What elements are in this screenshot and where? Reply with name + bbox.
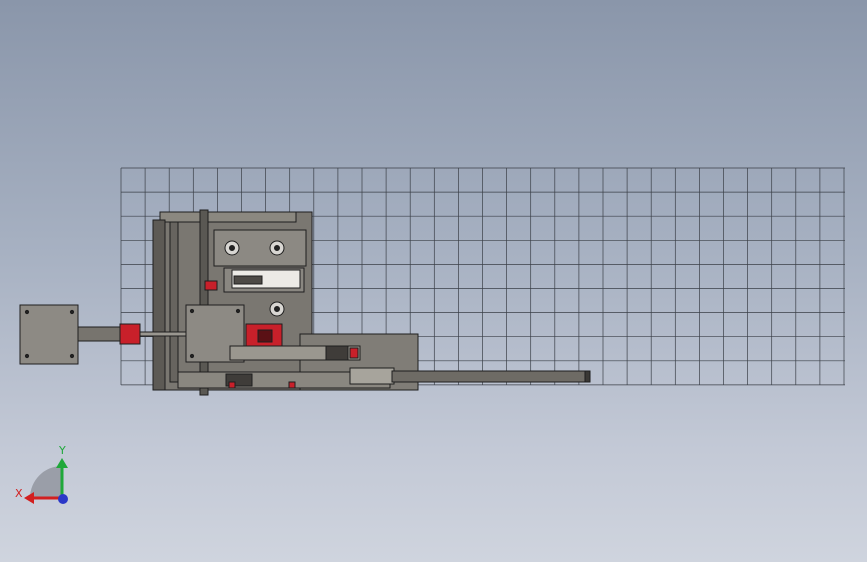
slot-cylinder xyxy=(233,275,263,285)
end-plate-hole-4 xyxy=(69,353,75,359)
slide-actuator xyxy=(325,345,349,361)
triad-plane xyxy=(30,466,62,498)
extension-cylinder[interactable] xyxy=(77,326,123,342)
end-plate-hole-2 xyxy=(69,309,75,315)
extension-collar xyxy=(119,323,141,345)
frame-top-plate xyxy=(159,211,297,223)
assembly-model[interactable] xyxy=(19,209,591,396)
cad-viewport[interactable]: Y X xyxy=(0,0,867,562)
triad-z-origin-icon xyxy=(58,494,68,504)
coordinate-triad: Y X xyxy=(15,444,68,504)
lower-red-pin-2 xyxy=(288,381,296,389)
triad-x-arrow-icon xyxy=(24,492,34,504)
triad-y-arrow-icon xyxy=(56,458,68,468)
triad-y-label: Y xyxy=(58,444,66,457)
extension-rod xyxy=(139,331,187,337)
end-plate-hole-1 xyxy=(24,309,30,315)
slide-red-stop xyxy=(349,347,359,359)
triad-x-label: X xyxy=(15,487,23,500)
frame-vertical-shaft xyxy=(199,209,209,396)
motor-port-bottom-core xyxy=(274,306,280,312)
long-arm-tip xyxy=(584,370,591,383)
frame-inner-rail xyxy=(169,221,179,383)
red-clamp-upper[interactable] xyxy=(204,280,218,291)
frame-left-rail xyxy=(152,219,166,391)
plate-hole-1 xyxy=(189,308,195,314)
gear-rack xyxy=(349,367,395,385)
lower-red-pin-1 xyxy=(228,381,236,389)
end-plate-hole-3 xyxy=(24,353,30,359)
motor-port-left-core xyxy=(229,245,235,251)
long-arm[interactable] xyxy=(391,370,590,383)
plate-hole-3 xyxy=(189,353,195,359)
red-clamp-core xyxy=(257,329,273,343)
plate-hole-2 xyxy=(235,308,241,314)
motor-port-right-core xyxy=(274,245,280,251)
